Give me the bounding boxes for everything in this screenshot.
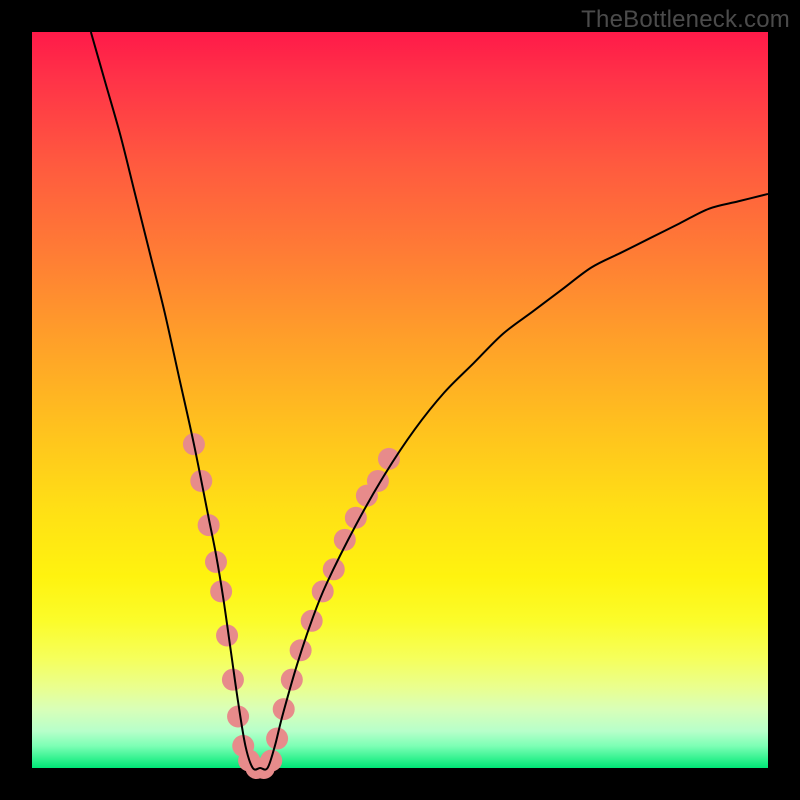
plot-area bbox=[32, 32, 768, 768]
watermark-text: TheBottleneck.com bbox=[581, 6, 790, 34]
bottleneck-curve bbox=[91, 32, 768, 770]
chart-svg bbox=[32, 32, 768, 768]
chart-frame: TheBottleneck.com bbox=[0, 0, 800, 800]
marker-group bbox=[183, 433, 400, 779]
highlight-dot bbox=[227, 705, 249, 727]
